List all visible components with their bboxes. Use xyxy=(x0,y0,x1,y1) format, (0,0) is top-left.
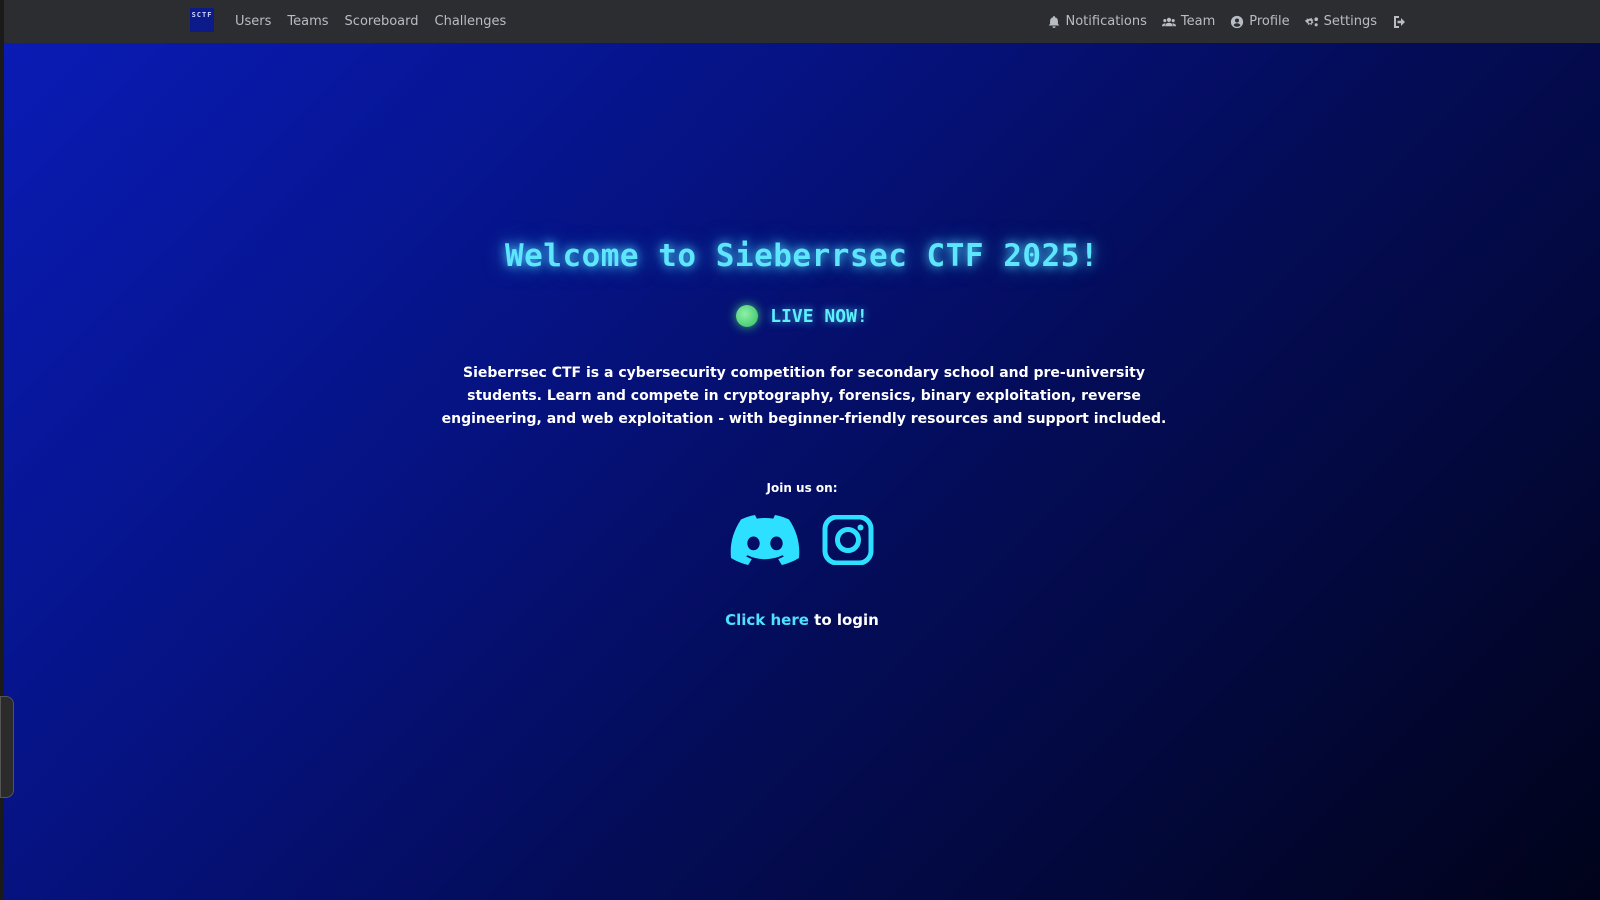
event-description: Sieberrsec CTF is a cybersecurity compet… xyxy=(441,365,1167,427)
login-prompt: Click here to login xyxy=(4,611,1600,629)
login-suffix: to login xyxy=(808,611,879,629)
discord-link[interactable] xyxy=(730,515,800,565)
social-links xyxy=(4,515,1600,565)
live-dot-icon xyxy=(736,305,759,327)
discord-icon xyxy=(730,515,800,565)
join-label: Join us on: xyxy=(766,481,838,495)
live-indicator: LIVE NOW! xyxy=(4,305,1600,327)
instagram-link[interactable] xyxy=(822,515,874,565)
live-label: LIVE NOW! xyxy=(770,305,868,327)
side-handle[interactable] xyxy=(0,696,14,798)
instagram-icon xyxy=(822,515,874,565)
hero-section: Welcome to Sieberrsec CTF 2025! LIVE NOW… xyxy=(4,0,1600,900)
page-background: SCTF Users Teams Scoreboard Challenges N… xyxy=(4,0,1600,900)
login-link[interactable]: Click here xyxy=(725,611,809,629)
page-title: Welcome to Sieberrsec CTF 2025! xyxy=(504,238,1100,274)
